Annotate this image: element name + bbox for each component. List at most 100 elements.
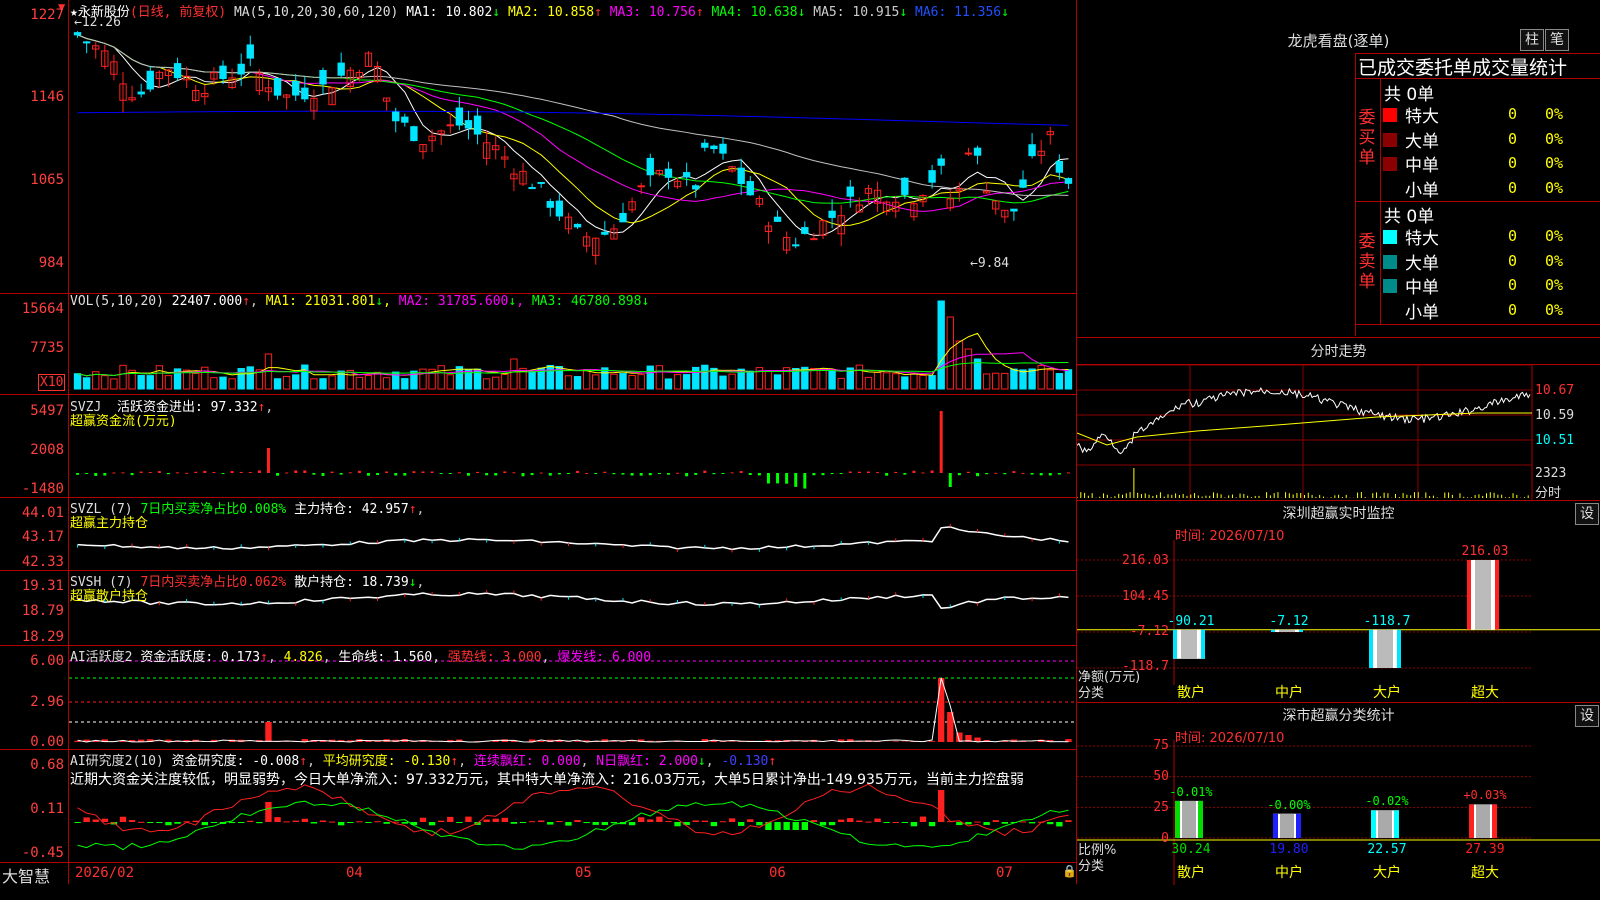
volume-bar (564, 375, 573, 390)
research-bar (574, 820, 581, 822)
money-flow-bar (366, 473, 370, 476)
buy-row-percent: 0% (1545, 129, 1564, 148)
money-flow-bar (1012, 471, 1016, 473)
money-flow-bar (566, 473, 570, 474)
lock-icon[interactable]: 🔒 (1062, 864, 1077, 878)
intraday-price-line (1077, 387, 1531, 455)
money-flow-bar (76, 473, 80, 475)
money-flow-bar (803, 473, 807, 489)
research-bar (610, 822, 618, 824)
classify-axis-label-2: 分类 (1078, 859, 1105, 874)
period-label[interactable]: (日线, 前复权) (130, 5, 226, 20)
research-bar (310, 822, 318, 824)
month-label-2: 04 (346, 865, 363, 881)
monitor-label-2: 104.45 (1122, 589, 1169, 604)
volume-bar (546, 364, 554, 390)
money-flow-bar (985, 473, 989, 475)
volume-bar (719, 375, 727, 390)
ratio-bar (1273, 813, 1301, 838)
money-flow-bar (621, 473, 625, 475)
volume-bar (73, 373, 82, 390)
candle (801, 227, 809, 234)
intraday-title: 分时走势 (1310, 344, 1367, 360)
sell-row-count: 0 (1508, 251, 1518, 270)
money-flow-bar (548, 473, 552, 476)
category-label: 大户 (1373, 865, 1401, 881)
vol-unit-badge[interactable]: X10 (38, 374, 66, 391)
month-label-5: 07 (996, 865, 1013, 881)
ai2-header: AI研究度2(10) 资金研究度: -0.008↑, 平均研究度: -0.130… (70, 754, 777, 769)
volume-bar (292, 374, 300, 390)
sell-color-swatch (1383, 279, 1397, 293)
money-flow-bar (530, 473, 534, 476)
research-bar (338, 822, 345, 826)
buy-row-percent: 0% (1545, 154, 1564, 172)
research-bar (928, 822, 936, 827)
classify-settings-button[interactable]: 设 (1575, 705, 1599, 727)
research-bar (138, 821, 145, 823)
volume-bar (937, 300, 945, 390)
brand-logo[interactable]: 大智慧 (2, 863, 50, 887)
volume-bar (855, 364, 864, 390)
research-bar (510, 822, 518, 824)
buy-color-swatch (1383, 157, 1397, 171)
research-bar (401, 822, 408, 824)
research-bar (719, 821, 727, 823)
candle (455, 107, 464, 126)
volume-chart[interactable] (69, 294, 1076, 394)
money-flow-bar (421, 471, 425, 473)
research-bar (447, 816, 454, 822)
intraday-chart[interactable] (1077, 365, 1600, 500)
candle (901, 177, 909, 195)
tab-bar[interactable]: 柱 (1520, 29, 1544, 51)
activity-bar (892, 741, 899, 742)
ai2-label-1: 0.68 (30, 757, 64, 773)
ma30-line (77, 34, 1069, 204)
volume-bar (592, 374, 600, 390)
research-bar (365, 822, 372, 823)
research-bar (274, 817, 281, 822)
category-label: 散户 (1177, 685, 1205, 701)
money-flow-bar (903, 473, 907, 475)
volume-bar (828, 370, 836, 390)
research-bar (901, 822, 908, 823)
intraday-label-1: 10.67 (1535, 383, 1575, 398)
volume-bar (164, 375, 173, 390)
candle (292, 80, 300, 96)
candle (82, 41, 91, 44)
money-flow-bar (694, 473, 698, 475)
volume-bar (319, 378, 327, 390)
money-flow-bar (685, 473, 689, 477)
volume-bar (419, 368, 427, 390)
candle (773, 216, 782, 222)
money-flow-bar (1021, 472, 1025, 474)
kline-chart[interactable] (69, 0, 1076, 293)
volume-bar (682, 374, 691, 390)
money-flow-bar (630, 473, 634, 476)
classify-chart[interactable] (1077, 740, 1600, 900)
volume-bar (492, 376, 500, 390)
research-bar (538, 820, 545, 822)
monitor-settings-button[interactable]: 设 (1575, 503, 1599, 525)
research-bar (883, 822, 890, 823)
money-flow-bar (994, 472, 998, 474)
volume-bar (955, 340, 964, 390)
ma120-line (77, 110, 1069, 126)
candle (682, 172, 691, 178)
money-flow-bar (821, 473, 825, 476)
volume-bar (973, 358, 982, 390)
volume-bar (910, 373, 918, 390)
svzl-label-1: 44.01 (21, 505, 64, 521)
candle (1019, 179, 1027, 188)
research-bar (356, 821, 363, 823)
research-bar (156, 822, 163, 823)
money-flow-bar (848, 471, 852, 473)
volume-bar (355, 376, 364, 390)
vol-ma1-line (77, 332, 1069, 377)
research-bar (819, 822, 827, 826)
research-bar (792, 822, 799, 830)
net-flow-bar (1271, 629, 1303, 632)
tab-tick[interactable]: 笔 (1545, 29, 1569, 51)
research-bar (1019, 821, 1027, 823)
money-flow-bar (776, 473, 780, 484)
